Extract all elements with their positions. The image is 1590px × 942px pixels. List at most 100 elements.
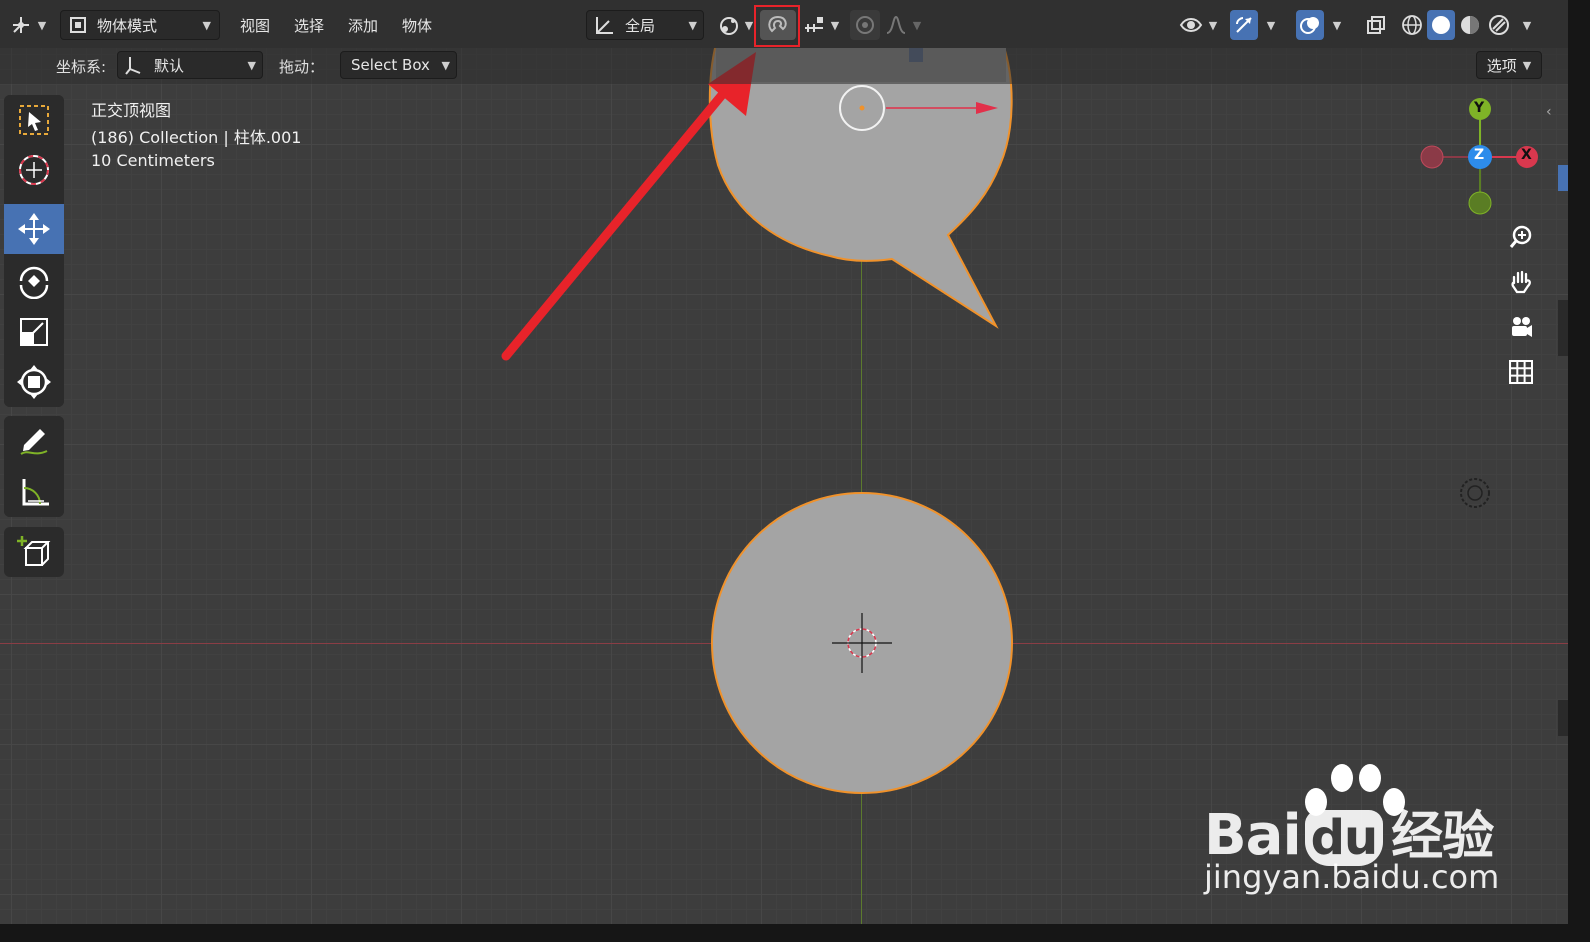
shading-dropdown[interactable]: ▼: [1516, 10, 1538, 40]
collection-label: (186) Collection | 柱体.001: [91, 128, 302, 147]
chevron-down-icon: ▼: [1332, 18, 1342, 32]
sidebar-toggle[interactable]: ‹: [1542, 100, 1562, 130]
transform-orientation-dropdown[interactable]: 全局 ▼: [586, 10, 704, 40]
blender-window: 正交顶视图 (186) Collection | 柱体.001 10 Centi…: [0, 0, 1590, 942]
rendered-sphere-icon: [1489, 15, 1509, 35]
visibility-dropdown[interactable]: ▼: [1174, 10, 1222, 40]
camera-icon: [1512, 317, 1532, 337]
chevron-down-icon: ▼: [830, 18, 840, 32]
eye-icon: [1179, 18, 1202, 32]
grid-scale-label: 10 Centimeters: [91, 151, 215, 170]
shading-material-button[interactable]: [1456, 10, 1484, 40]
gizmo-icon: [1236, 17, 1252, 33]
shading-solid-button[interactable]: [1427, 10, 1455, 40]
zoom-icon: [1509, 225, 1532, 248]
options-label: 选项: [1486, 56, 1517, 75]
chevron-down-icon: ▼: [247, 58, 256, 72]
menu-view[interactable]: 视图: [230, 10, 280, 40]
side-tab[interactable]: [1558, 700, 1568, 736]
chevron-down-icon: ▼: [1522, 58, 1532, 72]
falloff-dropdown[interactable]: ▼: [882, 10, 924, 40]
tool-annotate[interactable]: [4, 416, 64, 466]
side-tab-indicator[interactable]: [1558, 165, 1568, 191]
orientation-label: 全局: [625, 16, 656, 35]
gizmo-toggle-button[interactable]: [1230, 10, 1258, 40]
xray-toggle-button[interactable]: [1362, 10, 1390, 40]
mode-label: 物体模式: [97, 16, 158, 35]
tool-rotate[interactable]: [4, 256, 64, 306]
falloff-curve-icon: [886, 15, 906, 34]
annotation-arrow: [501, 73, 741, 361]
view-name-label: 正交顶视图: [91, 101, 172, 120]
chevron-down-icon: ▼: [1522, 18, 1532, 32]
mode-dropdown[interactable]: 物体模式 ▼: [60, 10, 220, 40]
object-origin: [859, 105, 865, 111]
proportional-edit-icon: [856, 16, 874, 34]
chevron-down-icon: ▼: [688, 18, 697, 32]
ortho-toggle-button[interactable]: [1502, 353, 1540, 391]
chevron-down-icon: ▼: [1266, 18, 1276, 32]
editor-type-button[interactable]: ▼: [6, 10, 50, 40]
transform-icon: [17, 365, 51, 399]
zoom-button[interactable]: [1502, 218, 1540, 256]
gizmo-y-label: Y: [1474, 100, 1485, 116]
tool-scale[interactable]: [4, 307, 64, 357]
tool-move[interactable]: [4, 204, 64, 254]
pan-button[interactable]: [1502, 263, 1540, 301]
shading-rendered-button[interactable]: [1485, 10, 1513, 40]
material-sphere-icon: [1461, 16, 1479, 34]
shading-wireframe-button[interactable]: [1398, 10, 1426, 40]
solid-sphere-icon: [1432, 16, 1450, 34]
side-tab[interactable]: [1558, 300, 1568, 356]
coord-system-label: 坐标系:: [56, 58, 107, 76]
grid-icon: [1509, 360, 1533, 384]
tool-select-box[interactable]: [4, 95, 64, 145]
tool-transform[interactable]: [4, 357, 64, 407]
chevron-down-icon: ▼: [744, 18, 754, 32]
hand-icon: [1511, 270, 1531, 294]
rotate-icon: [19, 266, 49, 299]
pencil-icon: [20, 429, 48, 455]
proportional-edit-button[interactable]: [850, 10, 880, 40]
gizmo-x-label: X: [1521, 147, 1532, 163]
overlays-dropdown[interactable]: ▼: [1326, 10, 1348, 40]
orientation-icon: [596, 17, 613, 34]
gizmo-neg-x[interactable]: [1420, 145, 1444, 169]
move-icon: [18, 213, 50, 245]
coord-system-value: 默认: [154, 56, 185, 75]
overlays-icon: [1300, 17, 1319, 34]
scale-icon: [20, 318, 48, 346]
pivot-icon: [719, 17, 738, 35]
xray-icon: [1367, 16, 1385, 34]
chevron-down-icon: ▼: [912, 18, 922, 32]
ruler-icon: [22, 479, 49, 506]
menu-object[interactable]: 物体: [392, 10, 442, 40]
chevron-down-icon: ▼: [441, 58, 450, 72]
editor-type-icon: [12, 17, 29, 33]
coord-system-dropdown[interactable]: 默认 ▼: [117, 51, 263, 79]
chevron-left-icon: ‹: [1546, 104, 1552, 120]
gizmo-dropdown[interactable]: ▼: [1260, 10, 1282, 40]
tool-cursor[interactable]: [4, 145, 64, 195]
options-dropdown[interactable]: 选项 ▼: [1476, 51, 1542, 79]
watermark-url: jingyan.baidu.com: [1204, 858, 1500, 896]
pivot-point-dropdown[interactable]: ▼: [714, 10, 756, 40]
drag-dropdown[interactable]: Select Box ▼: [340, 51, 457, 79]
lamp-icon[interactable]: [1458, 476, 1492, 510]
cursor-icon: [19, 155, 49, 185]
menu-add[interactable]: 添加: [338, 10, 388, 40]
tool-measure[interactable]: [4, 467, 64, 517]
tool-add-cube[interactable]: [4, 527, 64, 577]
snap-target-dropdown[interactable]: ▼: [800, 10, 842, 40]
gizmo-neg-y[interactable]: [1468, 191, 1492, 215]
menu-select[interactable]: 选择: [284, 10, 334, 40]
chevron-down-icon: ▼: [37, 18, 47, 32]
chevron-down-icon: ▼: [1208, 18, 1218, 32]
object-mode-icon: [70, 17, 86, 33]
drag-value: Select Box: [351, 56, 430, 74]
camera-view-button[interactable]: [1502, 308, 1540, 346]
overlays-toggle-button[interactable]: [1296, 10, 1324, 40]
highlight-box: [754, 5, 800, 47]
snap-increment-icon: [804, 17, 823, 32]
wireframe-sphere-icon: [1402, 15, 1422, 35]
